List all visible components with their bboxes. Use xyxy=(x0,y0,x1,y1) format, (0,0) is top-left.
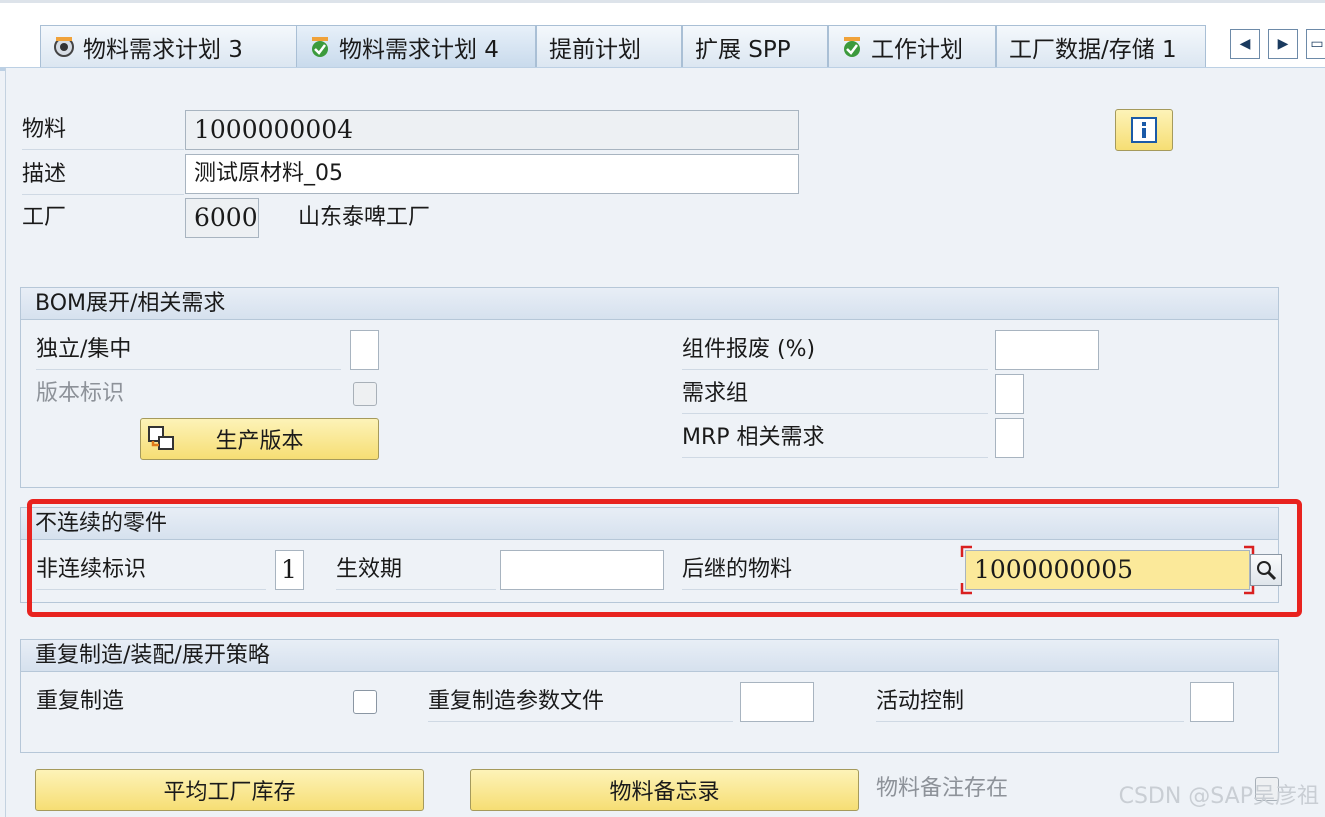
plant-field[interactable]: 6000 xyxy=(185,198,259,238)
tab-scroll-right-button[interactable]: ▶ xyxy=(1268,29,1298,59)
tab-mrp3[interactable]: 物料需求计划 3 xyxy=(40,25,298,68)
highlight-frame xyxy=(27,499,1302,617)
tab-label: 工厂数据/存储 1 xyxy=(1009,37,1177,63)
mrp-dep-req-label: MRP 相关需求 xyxy=(682,418,988,458)
requirements-group-field[interactable] xyxy=(995,374,1024,414)
description-field[interactable]: 测试原材料_05 xyxy=(185,154,799,194)
indiv-coll-label: 独立/集中 xyxy=(36,330,341,370)
button-label: 平均工厂库存 xyxy=(163,780,296,805)
action-control-label: 活动控制 xyxy=(876,682,1184,722)
requirements-group-label: 需求组 xyxy=(682,374,988,414)
tab-label: 扩展 SPP xyxy=(695,37,791,63)
material-memo-button[interactable]: 物料备忘录 xyxy=(470,769,859,811)
tab-strip: 物料需求计划 3 物料需求计划 4 提前计划 扩展 SPP 工作计划 工厂数据/… xyxy=(0,0,1325,71)
plant-name: 山东泰啤工厂 xyxy=(298,205,431,230)
repetitive-mfg-label: 重复制造 xyxy=(36,689,125,714)
arrow-left-icon: ◀ xyxy=(1239,36,1251,52)
tab-scroll-left-button[interactable]: ◀ xyxy=(1230,29,1260,59)
version-indicator-checkbox[interactable] xyxy=(353,382,377,406)
tab-label: 物料需求计划 3 xyxy=(83,37,243,63)
plant-label: 工厂 xyxy=(22,205,67,230)
gear-icon xyxy=(54,37,74,57)
production-version-icon xyxy=(148,426,174,450)
avg-plant-stock-button[interactable]: 平均工厂库存 xyxy=(35,769,424,811)
rep-mfg-profile-label: 重复制造参数文件 xyxy=(428,682,733,722)
watermark: CSDN @SAP吴彦祖 xyxy=(1118,784,1319,809)
group-title: BOM展开/相关需求 xyxy=(21,288,1278,320)
rep-mfg-profile-field[interactable] xyxy=(740,682,814,722)
description-label: 描述 xyxy=(22,155,184,195)
repetitive-mfg-checkbox[interactable] xyxy=(353,690,377,714)
tab-label: 工作计划 xyxy=(871,37,963,63)
tab-label: 提前计划 xyxy=(549,37,641,63)
material-field[interactable]: 1000000004 xyxy=(185,110,799,150)
production-version-button[interactable]: 生产版本 xyxy=(140,418,379,460)
tab-list-button[interactable]: ▭ xyxy=(1306,29,1325,59)
check-icon xyxy=(312,37,328,57)
component-scrap-label: 组件报废 (%) xyxy=(682,330,988,370)
button-label: 物料备忘录 xyxy=(609,780,720,805)
check-icon xyxy=(844,37,860,57)
arrow-right-icon: ▶ xyxy=(1277,36,1289,52)
button-label: 生产版本 xyxy=(215,429,304,454)
tab-work-scheduling[interactable]: 工作计划 xyxy=(828,25,996,68)
tab-spp[interactable]: 扩展 SPP xyxy=(682,25,828,68)
mrp-dep-req-field[interactable] xyxy=(995,418,1024,458)
memo-exists-label: 物料备注存在 xyxy=(876,776,1009,801)
tab-plant-storage[interactable]: 工厂数据/存储 1 xyxy=(996,25,1206,68)
action-control-field[interactable] xyxy=(1190,682,1234,722)
component-scrap-field[interactable] xyxy=(995,330,1099,370)
tab-forecast[interactable]: 提前计划 xyxy=(536,25,682,68)
tab-list-icon: ▭ xyxy=(1310,36,1324,52)
info-icon xyxy=(1131,117,1157,143)
material-label: 物料 xyxy=(22,110,184,150)
tab-label: 物料需求计划 4 xyxy=(339,37,499,63)
version-indicator-label: 版本标识 xyxy=(36,381,125,406)
indiv-coll-field[interactable] xyxy=(350,330,379,370)
tab-mrp4[interactable]: 物料需求计划 4 xyxy=(296,25,536,68)
group-title: 重复制造/装配/展开策略 xyxy=(21,640,1278,672)
info-button[interactable] xyxy=(1115,109,1173,151)
